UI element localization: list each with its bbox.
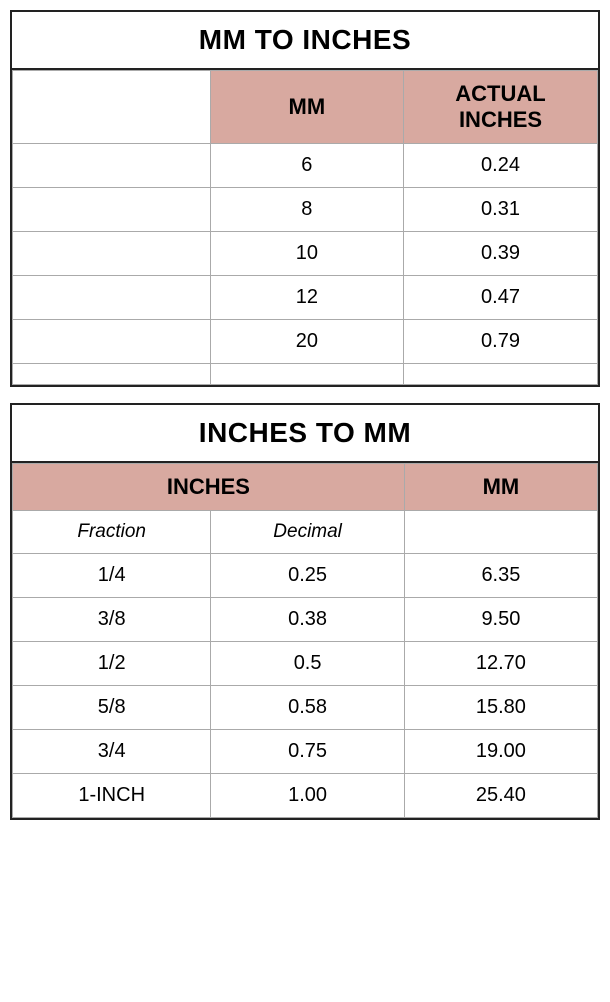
mm-row-empty <box>13 320 211 364</box>
inches-table-header-row: INCHES MM <box>13 464 598 511</box>
fraction-value: 3/4 <box>13 730 211 774</box>
inches-value: 0.24 <box>404 144 598 188</box>
mm-row-empty <box>13 232 211 276</box>
mm-to-inches-title: MM TO INCHES <box>12 12 598 70</box>
mm-row-empty <box>13 144 211 188</box>
mm-row-empty <box>13 276 211 320</box>
inches-to-mm-title: INCHES TO MM <box>12 405 598 463</box>
table-row: 5/80.5815.80 <box>13 686 598 730</box>
table-row: 1/40.256.35 <box>13 554 598 598</box>
table-row: 1-INCH1.0025.40 <box>13 774 598 818</box>
spacer-row <box>13 364 598 385</box>
inches-value: 0.47 <box>404 276 598 320</box>
table-row: 3/40.7519.00 <box>13 730 598 774</box>
inches-col-header: ACTUAL INCHES <box>404 71 598 144</box>
decimal-value: 0.58 <box>211 686 404 730</box>
fraction-value: 1/4 <box>13 554 211 598</box>
conversion-tables: MM TO INCHES MM ACTUAL INCHES 60.2480.31… <box>10 10 600 820</box>
fraction-value: 1/2 <box>13 642 211 686</box>
mm-converted-value: 25.40 <box>404 774 597 818</box>
inches-to-mm-table: INCHES MM Fraction Decimal 1/40.256.353/… <box>12 463 598 818</box>
mm-converted-value: 6.35 <box>404 554 597 598</box>
mm-to-inches-table: MM ACTUAL INCHES 60.2480.31100.39120.472… <box>12 70 598 385</box>
table-row: 200.79 <box>13 320 598 364</box>
mm-converted-value: 9.50 <box>404 598 597 642</box>
mm-col-header: MM <box>210 71 403 144</box>
mm-value: 10 <box>210 232 403 276</box>
table-row: 80.31 <box>13 188 598 232</box>
spacer-cell <box>404 364 598 385</box>
table-row: 3/80.389.50 <box>13 598 598 642</box>
mm-value: 12 <box>210 276 403 320</box>
mm-table-empty-header <box>13 71 211 144</box>
mm-col-group-header: MM <box>404 464 597 511</box>
mm-converted-value: 19.00 <box>404 730 597 774</box>
inches-table-sub-header-row: Fraction Decimal <box>13 511 598 554</box>
table-row: 60.24 <box>13 144 598 188</box>
decimal-value: 0.25 <box>211 554 404 598</box>
decimal-value: 0.38 <box>211 598 404 642</box>
spacer-cell <box>210 364 403 385</box>
decimal-sub-header: Decimal <box>211 511 404 554</box>
inches-to-mm-section: INCHES TO MM INCHES MM Fraction Decimal … <box>10 403 600 820</box>
inches-value: 0.39 <box>404 232 598 276</box>
table-row: 120.47 <box>13 276 598 320</box>
mm-value: 20 <box>210 320 403 364</box>
decimal-value: 1.00 <box>211 774 404 818</box>
mm-table-header-row: MM ACTUAL INCHES <box>13 71 598 144</box>
mm-sub-header-empty <box>404 511 597 554</box>
table-row: 1/20.512.70 <box>13 642 598 686</box>
inches-value: 0.31 <box>404 188 598 232</box>
decimal-value: 0.75 <box>211 730 404 774</box>
mm-row-empty <box>13 188 211 232</box>
mm-converted-value: 15.80 <box>404 686 597 730</box>
fraction-value: 5/8 <box>13 686 211 730</box>
inches-value: 0.79 <box>404 320 598 364</box>
decimal-value: 0.5 <box>211 642 404 686</box>
table-row: 100.39 <box>13 232 598 276</box>
mm-to-inches-section: MM TO INCHES MM ACTUAL INCHES 60.2480.31… <box>10 10 600 387</box>
spacer-cell <box>13 364 211 385</box>
fraction-sub-header: Fraction <box>13 511 211 554</box>
fraction-value: 1-INCH <box>13 774 211 818</box>
mm-converted-value: 12.70 <box>404 642 597 686</box>
inches-col-group-header: INCHES <box>13 464 405 511</box>
fraction-value: 3/8 <box>13 598 211 642</box>
mm-value: 6 <box>210 144 403 188</box>
mm-value: 8 <box>210 188 403 232</box>
